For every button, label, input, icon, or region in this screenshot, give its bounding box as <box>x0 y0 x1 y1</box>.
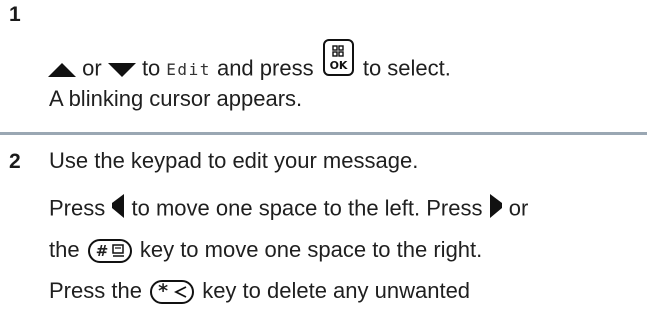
text-delete: key to delete any unwanted <box>202 278 471 303</box>
menu-item-edit: Edit <box>166 60 211 80</box>
left-arrow-icon <box>111 193 125 226</box>
text-to-select: to select. <box>362 55 451 81</box>
star-key-icon: * <box>150 280 195 305</box>
ok-key-label: OK <box>329 59 347 72</box>
divider <box>0 132 647 135</box>
step-2-line-4: Press the * key to delete any unwanted <box>49 277 470 305</box>
step-number: 2 <box>9 150 21 173</box>
text-move-right: key to move one space to the right. <box>139 237 483 262</box>
text-move-left: to move one space to the left. Press <box>131 195 483 221</box>
text-to: to <box>141 55 161 81</box>
down-arrow-icon <box>107 56 136 84</box>
text-and-press: and press <box>216 55 314 81</box>
text-the: the <box>49 237 80 262</box>
step-2-line-3: the # key to move one space to the right… <box>49 236 482 264</box>
text-press-the: Press the <box>49 278 142 303</box>
step-1-line-2: A blinking cursor appears. <box>49 86 303 111</box>
hash-key-icon: # <box>87 239 132 264</box>
step-number: 1 <box>9 3 21 26</box>
up-arrow-icon <box>48 56 76 84</box>
hash-key-label: # <box>95 242 109 261</box>
text-or: or <box>82 55 102 81</box>
menu-ok-key-icon: OK <box>322 39 354 76</box>
right-arrow-icon <box>489 193 503 226</box>
text-or: or <box>508 195 529 221</box>
step-2-line-1: Use the keypad to edit your message. <box>49 148 419 173</box>
step-1-line-1: or to Edit and press OK to select. <box>48 39 451 88</box>
text-press: Press <box>49 195 106 221</box>
step-2-line-2: Press to move one space to the left. Pre… <box>49 193 528 226</box>
star-key-label: * <box>158 280 168 303</box>
